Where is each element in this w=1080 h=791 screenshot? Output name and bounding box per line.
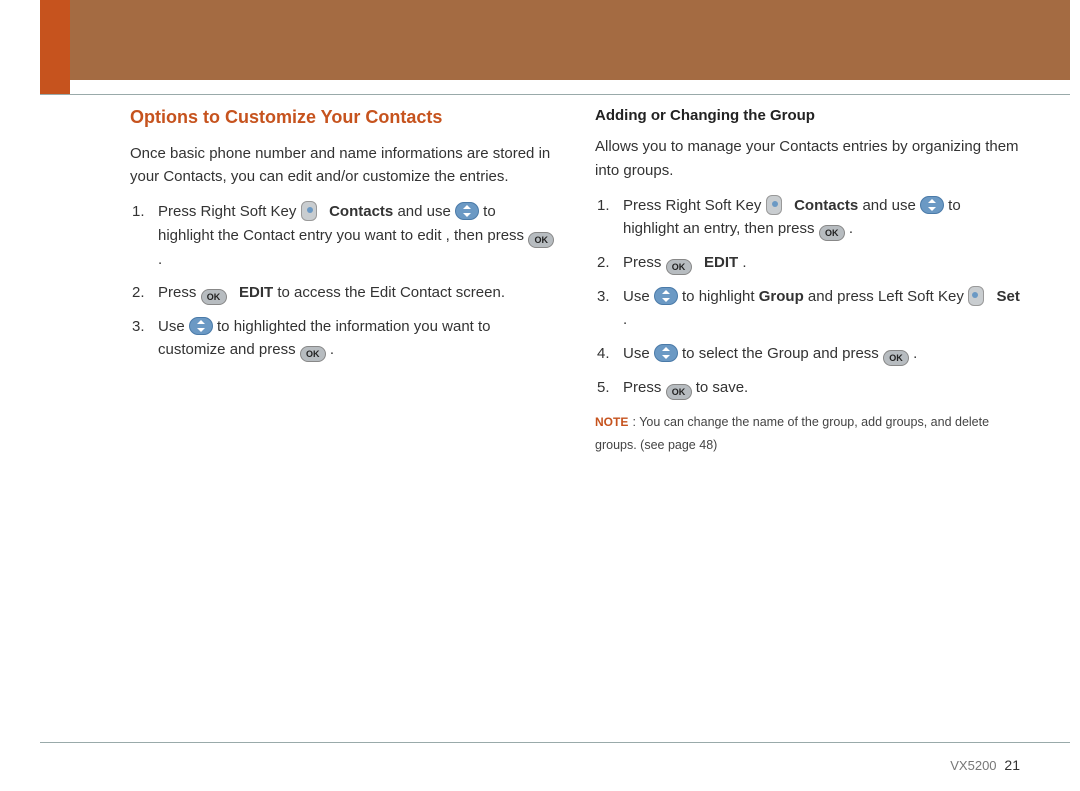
- step-text: to save.: [696, 379, 749, 396]
- header-band: [70, 0, 1070, 80]
- step-text: .: [913, 345, 917, 362]
- intro-text: Once basic phone number and name informa…: [130, 142, 555, 189]
- intro-text: Allows you to manage your Contacts entri…: [595, 135, 1020, 182]
- page-number: 21: [1004, 757, 1020, 773]
- page-content: Options to Customize Your Contacts Once …: [130, 104, 1020, 456]
- step-item: Use to select the Group and press OK .: [595, 342, 1020, 366]
- step-item: Use to highlighted the information you w…: [130, 315, 555, 362]
- step-text: and use: [397, 203, 455, 220]
- group-label: Group: [759, 288, 804, 305]
- model-number: VX5200: [950, 758, 996, 773]
- step-text: to highlight: [682, 288, 759, 305]
- step-item: Press Right Soft Key Contacts and use to…: [130, 200, 555, 271]
- ok-icon: OK: [883, 350, 909, 366]
- step-item: Use to highlight Group and press Left So…: [595, 285, 1020, 332]
- step-text: Press: [623, 379, 666, 396]
- right-column: Adding or Changing the Group Allows you …: [595, 104, 1020, 456]
- ok-icon: OK: [300, 346, 326, 362]
- step-text: .: [849, 220, 853, 237]
- page-footer: VX5200 21: [950, 757, 1020, 773]
- left-column: Options to Customize Your Contacts Once …: [130, 104, 555, 456]
- ok-icon: OK: [819, 225, 845, 241]
- contacts-label: Contacts: [794, 197, 858, 214]
- step-item: Press OK EDIT to access the Edit Contact…: [130, 281, 555, 305]
- nav-updown-icon: [654, 344, 678, 362]
- step-text: .: [158, 251, 162, 268]
- step-text: Use: [158, 318, 189, 335]
- sub-title: Adding or Changing the Group: [595, 104, 1020, 127]
- nav-updown-icon: [189, 317, 213, 335]
- softkey-right-icon: [766, 195, 782, 215]
- set-label: Set: [997, 288, 1020, 305]
- step-text: .: [623, 311, 627, 328]
- bottom-rule: [40, 742, 1070, 743]
- note-label: NOTE: [595, 415, 628, 429]
- contacts-label: Contacts: [329, 203, 393, 220]
- step-text: .: [742, 254, 746, 271]
- step-text: .: [330, 341, 334, 358]
- step-item: Press OK EDIT .: [595, 251, 1020, 275]
- step-item: Press OK to save.: [595, 376, 1020, 400]
- ok-icon: OK: [666, 384, 692, 400]
- softkey-right-icon: [301, 201, 317, 221]
- nav-updown-icon: [920, 196, 944, 214]
- step-text: to access the Edit Contact screen.: [277, 284, 505, 301]
- ok-icon: OK: [666, 259, 692, 275]
- steps-list: Press Right Soft Key Contacts and use to…: [130, 200, 555, 362]
- ok-icon: OK: [201, 289, 227, 305]
- step-text: Use: [623, 345, 654, 362]
- step-text: and use: [862, 197, 920, 214]
- step-item: Press Right Soft Key Contacts and use to…: [595, 194, 1020, 241]
- step-text: Use: [623, 288, 654, 305]
- header-accent: [40, 0, 70, 94]
- nav-updown-icon: [455, 202, 479, 220]
- edit-label: EDIT: [239, 284, 273, 301]
- step-text: and press Left Soft Key: [808, 288, 968, 305]
- top-rule: [40, 94, 1070, 95]
- section-title: Options to Customize Your Contacts: [130, 104, 555, 132]
- edit-label: EDIT: [704, 254, 738, 271]
- steps-list: Press Right Soft Key Contacts and use to…: [595, 194, 1020, 400]
- step-text: Press Right Soft Key: [623, 197, 766, 214]
- ok-icon: OK: [528, 232, 554, 248]
- nav-updown-icon: [654, 287, 678, 305]
- step-text: Press: [623, 254, 666, 271]
- step-text: Press: [158, 284, 201, 301]
- softkey-left-icon: [968, 286, 984, 306]
- step-text: Press Right Soft Key: [158, 203, 301, 220]
- step-text: to select the Group and press: [682, 345, 883, 362]
- note-block: NOTE : You can change the name of the gr…: [595, 410, 1020, 457]
- note-body: : You can change the name of the group, …: [595, 415, 989, 452]
